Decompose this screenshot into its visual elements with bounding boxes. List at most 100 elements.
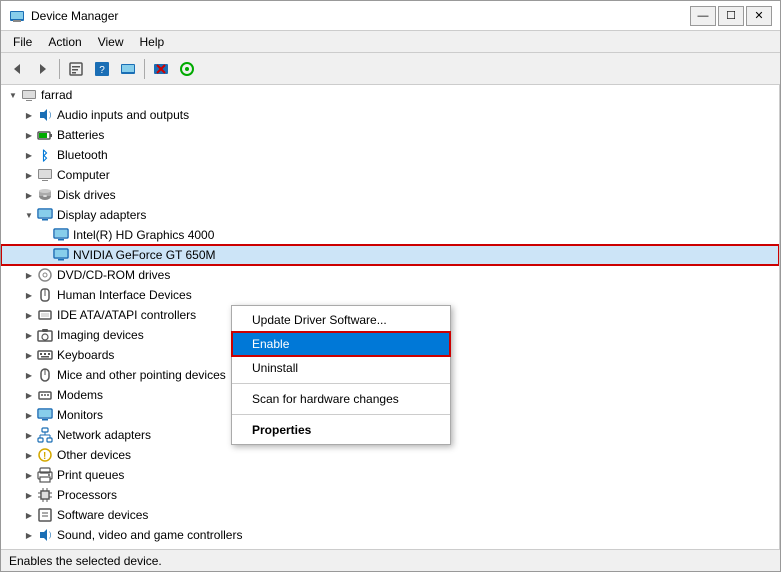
status-text: Enables the selected device.	[9, 554, 162, 568]
processors-expander[interactable]: ▶	[21, 487, 37, 503]
network-icon	[37, 427, 53, 443]
other-expander[interactable]: ▶	[21, 447, 37, 463]
menu-file[interactable]: File	[5, 33, 40, 51]
svg-text:!: !	[43, 451, 46, 462]
uninstall-button[interactable]	[149, 57, 173, 81]
computer-expander[interactable]: ▶	[21, 167, 37, 183]
menu-action[interactable]: Action	[40, 33, 89, 51]
close-button[interactable]: ✕	[746, 6, 772, 26]
tree-intelhd[interactable]: ▶ Intel(R) HD Graphics 4000	[1, 225, 779, 245]
minimize-button[interactable]: —	[690, 6, 716, 26]
displayadapters-expander[interactable]: ▼	[21, 207, 37, 223]
software-expander[interactable]: ▶	[21, 507, 37, 523]
dvdrom-label: DVD/CD-ROM drives	[57, 268, 170, 282]
tree-bluetooth[interactable]: ▶ ᛒ Bluetooth	[1, 145, 779, 165]
software-label: Software devices	[57, 508, 148, 522]
diskdrives-label: Disk drives	[57, 188, 116, 202]
scan-button[interactable]	[175, 57, 199, 81]
context-sep-2	[232, 414, 450, 415]
tree-root[interactable]: ▼ farrad	[1, 85, 779, 105]
computer-label: Computer	[57, 168, 110, 182]
hid-expander[interactable]: ▶	[21, 287, 37, 303]
tree-diskdrives[interactable]: ▶ Disk drives	[1, 185, 779, 205]
imaging-icon	[37, 327, 53, 343]
audio-label: Audio inputs and outputs	[57, 108, 189, 122]
svg-text:): )	[49, 532, 51, 539]
tree-nvidia[interactable]: ▶ NVIDIA GeForce GT 650M	[1, 245, 779, 265]
tree-batteries[interactable]: ▶ Batteries	[1, 125, 779, 145]
svg-text:?: ?	[99, 65, 105, 76]
mouse-icon	[37, 367, 53, 383]
mice-expander[interactable]: ▶	[21, 367, 37, 383]
tree-other[interactable]: ▶ ! Other devices	[1, 445, 779, 465]
status-bar: Enables the selected device.	[1, 549, 780, 571]
dvdrom-expander[interactable]: ▶	[21, 267, 37, 283]
forward-button[interactable]	[31, 57, 55, 81]
window-title: Device Manager	[31, 9, 690, 23]
tree-print[interactable]: ▶ Print queues	[1, 465, 779, 485]
sound-label: Sound, video and game controllers	[57, 528, 242, 542]
imaging-label: Imaging devices	[57, 328, 144, 342]
tree-processors[interactable]: ▶ Processors	[1, 485, 779, 505]
update-driver-button[interactable]: ?	[90, 57, 114, 81]
root-expander[interactable]: ▼	[5, 87, 21, 103]
context-properties[interactable]: Properties	[232, 418, 450, 442]
menu-help[interactable]: Help	[132, 33, 173, 51]
print-expander[interactable]: ▶	[21, 467, 37, 483]
toolbar: ?	[1, 53, 780, 85]
context-scan[interactable]: Scan for hardware changes	[232, 387, 450, 411]
disable-button[interactable]	[116, 57, 140, 81]
modem-icon	[37, 387, 53, 403]
window-controls: — ☐ ✕	[690, 6, 772, 26]
root-label: farrad	[41, 88, 72, 102]
storage-label: Storage controllers	[57, 548, 158, 549]
computer-icon	[21, 87, 37, 103]
diskdrives-expander[interactable]: ▶	[21, 187, 37, 203]
title-bar: Device Manager — ☐ ✕	[1, 1, 780, 31]
menu-view[interactable]: View	[90, 33, 132, 51]
tree-storage[interactable]: ▶ Storage controllers	[1, 545, 779, 549]
tree-sound[interactable]: ▶ ) Sound, video and game controllers	[1, 525, 779, 545]
tree-computer[interactable]: ▶ Computer	[1, 165, 779, 185]
modems-expander[interactable]: ▶	[21, 387, 37, 403]
batteries-expander[interactable]: ▶	[21, 127, 37, 143]
bluetooth-icon: ᛒ	[37, 147, 53, 163]
svg-text:): )	[49, 112, 51, 119]
network-expander[interactable]: ▶	[21, 427, 37, 443]
bluetooth-expander[interactable]: ▶	[21, 147, 37, 163]
ide-expander[interactable]: ▶	[21, 307, 37, 323]
network-label: Network adapters	[57, 428, 151, 442]
context-uninstall[interactable]: Uninstall	[232, 356, 450, 380]
maximize-button[interactable]: ☐	[718, 6, 744, 26]
toolbar-sep-2	[144, 59, 145, 79]
tree-software[interactable]: ▶ Software devices	[1, 505, 779, 525]
ide-label: IDE ATA/ATAPI controllers	[57, 308, 196, 322]
properties-button[interactable]	[64, 57, 88, 81]
tree-dvdrom[interactable]: ▶ DVD/CD-ROM drives	[1, 265, 779, 285]
app-icon	[9, 8, 25, 24]
intelhd-label: Intel(R) HD Graphics 4000	[73, 228, 214, 242]
nvidia-label: NVIDIA GeForce GT 650M	[73, 248, 216, 262]
keyboards-expander[interactable]: ▶	[21, 347, 37, 363]
imaging-expander[interactable]: ▶	[21, 327, 37, 343]
printer-icon	[37, 467, 53, 483]
monitors-expander[interactable]: ▶	[21, 407, 37, 423]
context-update-driver[interactable]: Update Driver Software...	[232, 308, 450, 332]
storage-expander[interactable]: ▶	[21, 547, 37, 549]
device-tree[interactable]: ▼ farrad ▶ )	[1, 85, 780, 549]
tree-audio[interactable]: ▶ ) Audio inputs and outputs	[1, 105, 779, 125]
processors-label: Processors	[57, 488, 117, 502]
sound-expander[interactable]: ▶	[21, 527, 37, 543]
toolbar-sep-1	[59, 59, 60, 79]
other-label: Other devices	[57, 448, 131, 462]
tree-hid[interactable]: ▶ Human Interface Devices	[1, 285, 779, 305]
audio-expander[interactable]: ▶	[21, 107, 37, 123]
monitors-icon	[37, 407, 53, 423]
context-enable[interactable]: Enable	[232, 332, 450, 356]
disk-icon	[37, 187, 53, 203]
software-icon	[37, 507, 53, 523]
tree-displayadapters[interactable]: ▼ Display adapters	[1, 205, 779, 225]
displayadapters-label: Display adapters	[57, 208, 146, 222]
back-button[interactable]	[5, 57, 29, 81]
battery-icon	[37, 127, 53, 143]
